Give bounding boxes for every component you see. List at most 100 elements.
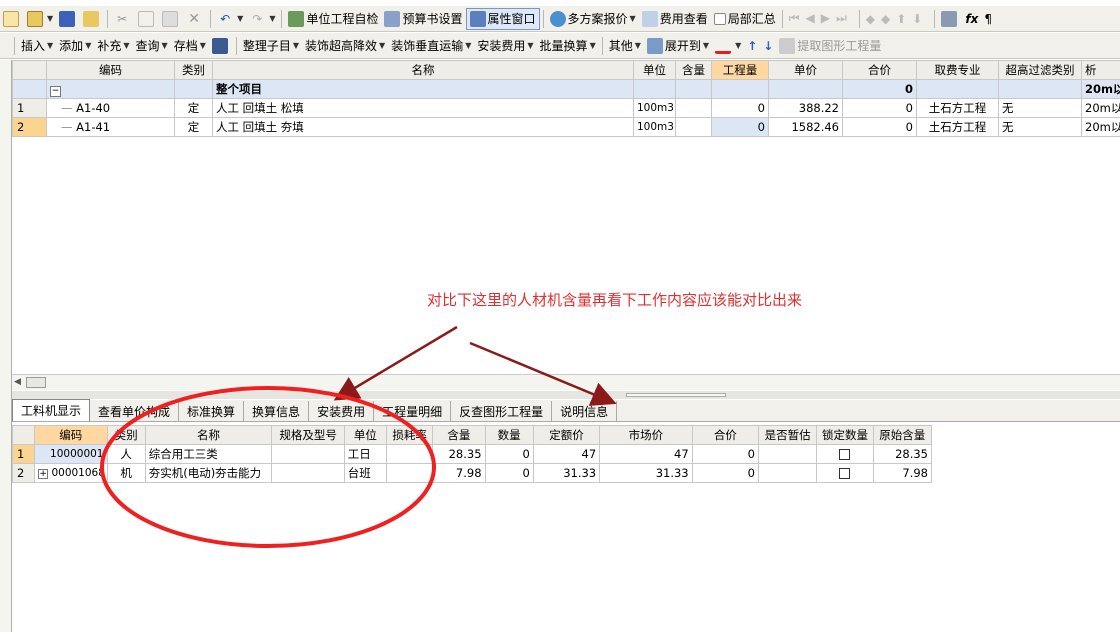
tab-install-fee[interactable]: 安装费用 <box>309 401 375 421</box>
main-toolbar: ▼ ✂ ✕ ↶ ▼ ↷ ▼ 单位工程自检 预算书设置 属性窗口 多方案报价 ▼ 费用查… <box>0 6 1120 32</box>
table-row[interactable]: 1 — A1-40 定 人工 回填土 松填 100m3 0 388.22 0 土… <box>12 98 1120 118</box>
redo-button[interactable]: ↷ ▼ <box>246 8 278 30</box>
col-orig-content[interactable]: 原始含量 <box>872 425 933 445</box>
query-menu[interactable]: 查询 ▼ <box>133 35 171 57</box>
col-name[interactable]: 名称 <box>212 60 634 80</box>
table-row-whole-project[interactable]: − 整个项目 0 20m以 <box>12 79 1120 99</box>
budget-grid: 编码 类别 名称 单位 含量 工程量 单价 合价 取费专业 超高过滤类别 析 −… <box>12 60 1120 137</box>
col-extra[interactable]: 析 <box>1081 60 1120 80</box>
col-unit-price[interactable]: 单价 <box>768 60 843 80</box>
organize-items-menu[interactable]: 整理子目 ▼ <box>240 35 302 57</box>
insert-menu[interactable]: 插入 ▼ <box>18 35 56 57</box>
paste-button[interactable] <box>159 8 183 30</box>
new-file-button[interactable] <box>0 8 24 30</box>
save-icon <box>59 10 76 27</box>
expand-to-menu[interactable]: 展开到 ▼ <box>644 35 712 57</box>
table-row[interactable]: 2 + 00001068 机 夯实机(电动)夯击能力 台班 7.98 0 31.… <box>11 463 933 483</box>
col-quantity[interactable]: 工程量 <box>711 60 769 80</box>
table-row[interactable]: 2 — A1-41 定 人工 回填土 夯填 100m3 0 1582.46 0 … <box>12 117 1120 137</box>
extract-icon <box>779 37 796 54</box>
col-code[interactable]: 编码 <box>34 425 108 445</box>
folder-icon <box>83 10 100 27</box>
redo-icon: ↷ <box>252 11 263 26</box>
tab-standard-conversion[interactable]: 标准换算 <box>179 401 245 421</box>
tab-reverse-graph-qty[interactable]: 反查图形工程量 <box>451 401 553 421</box>
left-side-panel[interactable] <box>0 60 12 632</box>
paragraph-icon: ¶ <box>984 11 992 26</box>
other-menu[interactable]: 其他 ▼ <box>606 35 644 57</box>
col-estimated[interactable]: 是否暂估 <box>757 425 818 445</box>
calculator-button[interactable] <box>938 8 962 30</box>
col-unit[interactable]: 单位 <box>633 60 676 80</box>
batch-convert-menu[interactable]: 批量换算 ▼ <box>537 35 599 57</box>
undo-button[interactable]: ↶ ▼ <box>214 8 246 30</box>
fee-view-button[interactable]: 费用查看 <box>639 8 711 30</box>
tab-description[interactable]: 说明信息 <box>552 401 618 421</box>
move-down-button[interactable]: ↓ <box>760 35 776 57</box>
table-row[interactable]: 1 10000001 人 综合用工三类 工日 28.35 0 47 47 0 2… <box>11 444 933 464</box>
folder-button[interactable] <box>80 8 104 30</box>
lock-qty-checkbox[interactable] <box>839 468 851 479</box>
decor-transport-menu[interactable]: 装饰垂直运输 ▼ <box>388 35 474 57</box>
paragraph-button[interactable]: ¶ <box>981 8 995 30</box>
whole-project-label: 整个项目 <box>212 79 634 99</box>
col-loss-rate[interactable]: 损耗率 <box>385 425 434 445</box>
partial-summary-toggle[interactable]: 局部汇总 <box>711 8 779 30</box>
col-spec[interactable]: 规格及型号 <box>271 425 345 445</box>
copy-button[interactable] <box>135 8 159 30</box>
formula-button[interactable]: fx <box>962 8 981 30</box>
archive-menu[interactable]: 存档 ▼ <box>171 35 209 57</box>
install-fee-menu[interactable]: 安装费用 ▼ <box>474 35 536 57</box>
tab-conversion-info[interactable]: 换算信息 <box>244 401 310 421</box>
col-quantity[interactable]: 数量 <box>484 425 534 445</box>
col-type[interactable]: 类别 <box>106 425 146 445</box>
extract-graph-qty-button[interactable]: 提取图形工程量 <box>776 35 884 57</box>
col-total[interactable]: 合价 <box>691 425 760 445</box>
self-check-button[interactable]: 单位工程自检 <box>285 8 381 30</box>
cut-button[interactable]: ✂ <box>111 8 135 30</box>
add-menu[interactable]: 添加 ▼ <box>56 35 94 57</box>
property-window-button[interactable]: 属性窗口 <box>465 7 540 30</box>
lock-qty-checkbox[interactable] <box>839 449 851 460</box>
scroll-thumb[interactable] <box>26 377 46 388</box>
undo-icon: ↶ <box>220 11 231 26</box>
supplement-menu[interactable]: 补充 ▼ <box>94 35 132 57</box>
grid-header-row: 编码 类别 名称 单位 含量 工程量 单价 合价 取费专业 超高过滤类别 析 <box>12 60 1120 80</box>
scroll-left-icon[interactable]: ◀ <box>14 377 21 387</box>
col-fee-major[interactable]: 取费专业 <box>916 60 999 80</box>
col-lock-qty[interactable]: 锁定数量 <box>816 425 874 445</box>
col-content[interactable]: 含量 <box>675 60 712 80</box>
open-button[interactable]: ▼ <box>24 8 56 30</box>
expand-icon[interactable]: + <box>38 469 49 479</box>
budget-settings-button[interactable]: 预算书设置 <box>381 8 465 30</box>
col-content[interactable]: 含量 <box>432 425 486 445</box>
col-name[interactable]: 名称 <box>144 425 273 445</box>
col-code[interactable]: 编码 <box>46 60 175 80</box>
move-arrows[interactable]: ◆◆⬆⬇ <box>863 8 932 30</box>
fee-view-icon <box>641 10 658 27</box>
nav-arrows[interactable]: ⏮◀▶⏭ <box>786 8 856 30</box>
delete-button[interactable]: ✕ <box>183 8 207 30</box>
tab-quantity-detail[interactable]: 工程量明细 <box>374 401 452 421</box>
col-unit[interactable]: 单位 <box>343 425 388 445</box>
save-button[interactable] <box>56 8 80 30</box>
col-type[interactable]: 类别 <box>174 60 213 80</box>
collapse-icon[interactable]: − <box>50 85 61 97</box>
multi-plan-button[interactable]: 多方案报价 ▼ <box>547 8 639 30</box>
col-quota-price[interactable]: 定额价 <box>532 425 601 445</box>
col-total[interactable]: 合价 <box>842 60 917 80</box>
tab-unit-price-breakdown[interactable]: 查看单价构成 <box>90 401 180 421</box>
move-up-button[interactable]: ↑ <box>744 35 760 57</box>
col-height-filter[interactable]: 超高过滤类别 <box>998 60 1082 80</box>
col-market-price[interactable]: 市场价 <box>599 425 693 445</box>
decor-efficiency-menu[interactable]: 装饰超高降效 ▼ <box>302 35 388 57</box>
open-folder-icon <box>27 10 43 27</box>
panel-splitter[interactable] <box>12 391 1120 399</box>
tab-labor-material-machine[interactable]: 工料机显示 <box>12 399 91 421</box>
formula-icon: fx <box>965 11 979 26</box>
find-button[interactable] <box>209 35 233 57</box>
horizontal-scrollbar[interactable]: ◀ <box>12 374 1120 390</box>
checkbox-icon <box>713 12 726 25</box>
resource-grid: 编码 类别 名称 规格及型号 单位 损耗率 含量 数量 定额价 市场价 合价 是… <box>11 425 933 483</box>
fill-color-button[interactable]: ▼ <box>712 35 744 57</box>
